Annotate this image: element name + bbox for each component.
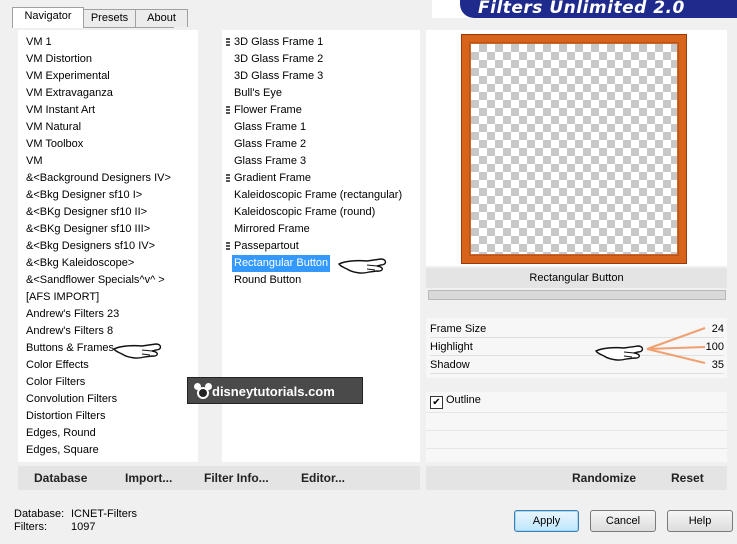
database-button[interactable]: Database: [34, 468, 87, 488]
category-item[interactable]: VM Distortion: [26, 51, 92, 68]
category-item[interactable]: VM 1: [26, 34, 52, 51]
param-value: 100: [705, 341, 724, 353]
preview-panel: [426, 30, 727, 266]
randomize-button[interactable]: Randomize: [572, 468, 636, 488]
category-item[interactable]: VM Natural: [26, 119, 81, 136]
help-button[interactable]: Help: [667, 510, 733, 532]
filter-group-icon: [226, 174, 230, 184]
progress-bar: [428, 290, 726, 300]
tab-navigator[interactable]: Navigator: [12, 7, 84, 28]
outline-checkbox[interactable]: ✔: [430, 396, 443, 409]
param-toolbar: Randomize Reset: [426, 466, 727, 490]
param-value: 35: [711, 359, 724, 371]
filter-group-icon: [226, 106, 230, 116]
category-item[interactable]: &<BKg Designer sf10 II>: [26, 204, 147, 221]
category-item[interactable]: Color Filters: [26, 374, 85, 391]
status-db-label: Database:: [14, 508, 65, 520]
filter-item[interactable]: Kaleidoscopic Frame (round): [234, 204, 375, 221]
category-item[interactable]: VM Instant Art: [26, 102, 95, 119]
pointing-hand-icon: [113, 343, 162, 359]
library-toolbar: Database Import... Filter Info... Editor…: [18, 466, 420, 490]
category-item[interactable]: &<Bkg Kaleidoscope>: [26, 255, 134, 272]
filter-item[interactable]: Mirrored Frame: [234, 221, 310, 238]
apply-button[interactable]: Apply: [514, 510, 579, 532]
filter-item[interactable]: Glass Frame 2: [234, 136, 306, 153]
pointer-lines: [646, 327, 706, 364]
preview-frame: [461, 34, 687, 264]
filter-group-icon: [226, 242, 230, 252]
status-filters-label: Filters:: [14, 521, 47, 533]
filter-info-button[interactable]: Filter Info...: [204, 468, 269, 488]
filter-item[interactable]: Flower Frame: [234, 102, 302, 119]
current-filter-name: Rectangular Button: [426, 268, 727, 288]
category-item[interactable]: Buttons & Frames: [26, 340, 114, 357]
param-label: Frame Size: [430, 323, 487, 335]
reset-button[interactable]: Reset: [671, 468, 704, 488]
import-button[interactable]: Import...: [125, 468, 172, 488]
category-item[interactable]: Edges, Round: [26, 425, 96, 442]
filter-item[interactable]: Rectangular Button: [232, 255, 331, 272]
category-item[interactable]: &<Sandflower Specials^v^ >: [26, 272, 165, 289]
param-label: Shadow: [430, 359, 470, 371]
category-item[interactable]: VM Experimental: [26, 68, 110, 85]
filter-item[interactable]: Passepartout: [234, 238, 299, 255]
editor-button[interactable]: Editor...: [301, 468, 345, 488]
options-panel: ✔ Outline: [426, 392, 727, 462]
param-label: Highlight: [430, 341, 473, 353]
status-db-value: ICNET-Filters: [71, 508, 137, 520]
category-item[interactable]: Andrew's Filters 23: [26, 306, 119, 323]
pointing-hand-icon: [595, 345, 644, 361]
filter-item[interactable]: Gradient Frame: [234, 170, 311, 187]
filter-item[interactable]: 3D Glass Frame 2: [234, 51, 323, 68]
filter-item[interactable]: Kaleidoscopic Frame (rectangular): [234, 187, 402, 204]
app-title: Filters Unlimited 2.0: [478, 0, 685, 18]
category-item[interactable]: Distortion Filters: [26, 408, 105, 425]
filter-item[interactable]: Glass Frame 1: [234, 119, 306, 136]
filter-item[interactable]: Glass Frame 3: [234, 153, 306, 170]
category-item[interactable]: Color Effects: [26, 357, 89, 374]
outline-label: Outline: [446, 394, 481, 406]
filter-item[interactable]: 3D Glass Frame 3: [234, 68, 323, 85]
tab-about[interactable]: About: [135, 9, 188, 27]
category-item[interactable]: Convolution Filters: [26, 391, 117, 408]
category-list[interactable]: VM 1 VM Distortion VM Experimental VM Extra…: [18, 30, 198, 462]
filter-item[interactable]: Bull's Eye: [234, 85, 282, 102]
filter-group-icon: [226, 38, 230, 48]
category-item[interactable]: &<Bkg Designer sf10 I>: [26, 187, 142, 204]
category-item[interactable]: [AFS IMPORT]: [26, 289, 99, 306]
filter-item[interactable]: Round Button: [234, 272, 301, 289]
category-item[interactable]: Edges, Square: [26, 442, 99, 459]
category-item[interactable]: &<Bkg Designers sf10 IV>: [26, 238, 155, 255]
category-item[interactable]: VM Extravaganza: [26, 85, 113, 102]
category-item[interactable]: Andrew's Filters 8: [26, 323, 113, 340]
category-item[interactable]: &<Background Designers IV>: [26, 170, 171, 187]
category-item[interactable]: VM Toolbox: [26, 136, 83, 153]
mickey-logo-icon: [194, 383, 212, 399]
pointing-hand-icon: [338, 258, 387, 274]
transparency-checkerboard: [470, 43, 678, 255]
filter-item[interactable]: 3D Glass Frame 1: [234, 34, 323, 51]
status-filters-value: 1097: [71, 521, 96, 533]
cancel-button[interactable]: Cancel: [590, 510, 656, 532]
watermark: disneytutorials.com: [187, 377, 363, 404]
tab-presets[interactable]: Presets: [81, 9, 138, 27]
param-value: 24: [711, 323, 724, 335]
category-item[interactable]: &<BKg Designer sf10 III>: [26, 221, 150, 238]
category-item[interactable]: VM: [26, 153, 43, 170]
